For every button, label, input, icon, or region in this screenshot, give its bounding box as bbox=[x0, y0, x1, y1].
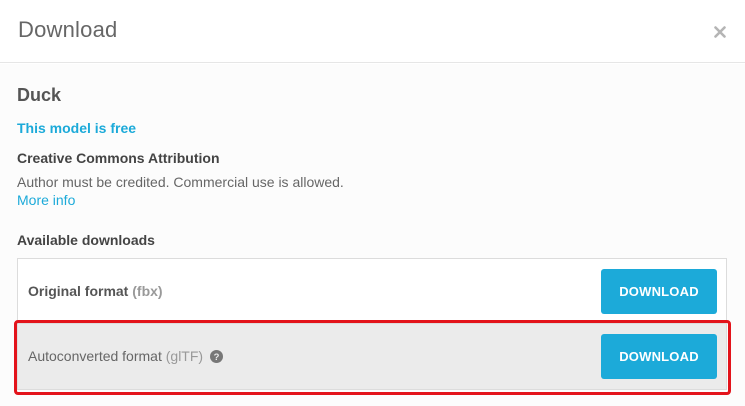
model-name: Duck bbox=[17, 85, 62, 105]
price-label: This model is free bbox=[17, 120, 137, 136]
download-modal: Download Duck This model is free Creativ… bbox=[0, 0, 745, 406]
license-title: Creative Commons Attribution bbox=[17, 150, 220, 166]
license-description: Author must be credited. Commercial use … bbox=[17, 174, 344, 190]
modal-header: Download bbox=[0, 0, 745, 63]
format-extension: (glTF) bbox=[165, 348, 204, 364]
format-name: Original format bbox=[28, 283, 129, 299]
more-info-link[interactable]: More info bbox=[17, 192, 75, 208]
question-circle-icon[interactable]: ? bbox=[209, 350, 223, 363]
format-name: Autoconverted format bbox=[28, 348, 162, 364]
downloads-section-title: Available downloads bbox=[17, 232, 155, 248]
download-row-original: Original format (fbx) DOWNLOAD bbox=[18, 259, 726, 324]
close-button[interactable] bbox=[708, 20, 732, 44]
svg-text:?: ? bbox=[214, 352, 220, 363]
modal-title: Download bbox=[18, 17, 118, 42]
download-original-button[interactable]: DOWNLOAD bbox=[601, 269, 717, 314]
format-extension: (fbx) bbox=[132, 283, 163, 299]
downloads-list: Original format (fbx) DOWNLOAD Autoconve… bbox=[17, 258, 727, 390]
download-row-autoconverted: Autoconverted format (glTF) ? DOWNLOAD bbox=[18, 324, 726, 389]
download-format-label: Autoconverted format (glTF) ? bbox=[28, 348, 223, 364]
download-gltf-button[interactable]: DOWNLOAD bbox=[601, 334, 717, 379]
close-icon bbox=[714, 26, 726, 38]
modal-body: Duck This model is free Creative Commons… bbox=[0, 64, 745, 406]
download-format-label: Original format (fbx) bbox=[28, 283, 163, 299]
